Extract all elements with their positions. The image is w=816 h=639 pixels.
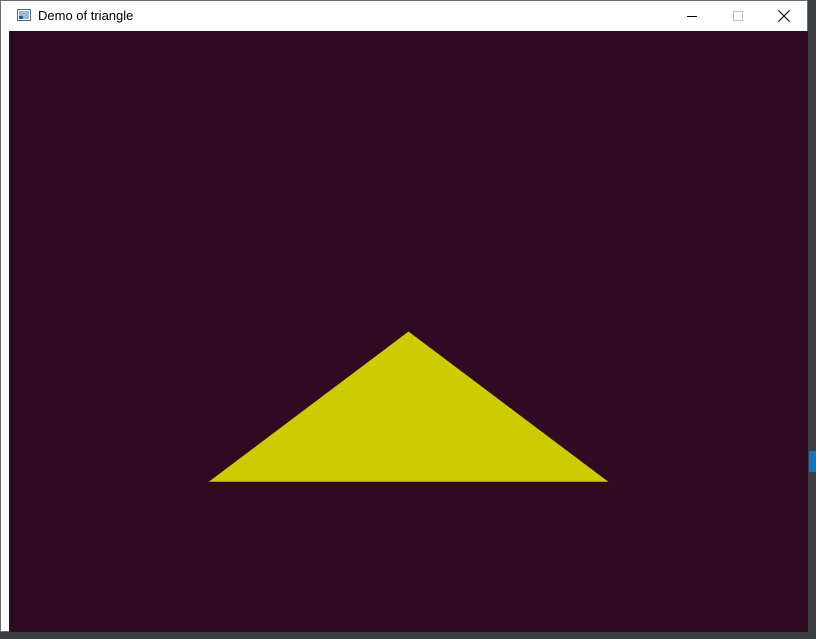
minimize-icon	[687, 16, 697, 17]
maximize-button[interactable]	[715, 1, 761, 31]
app-window: Demo of triangle	[0, 0, 808, 632]
render-canvas[interactable]	[9, 31, 808, 632]
app-icon	[17, 9, 31, 21]
minimize-button[interactable]	[669, 1, 715, 31]
close-button[interactable]	[761, 1, 807, 31]
title-bar[interactable]: Demo of triangle	[1, 1, 807, 31]
triangle	[208, 331, 609, 482]
close-icon	[778, 10, 790, 22]
background-window-accent	[809, 451, 816, 472]
window-title: Demo of triangle	[38, 8, 134, 23]
gl-scene	[208, 331, 609, 482]
maximize-icon	[733, 11, 743, 21]
